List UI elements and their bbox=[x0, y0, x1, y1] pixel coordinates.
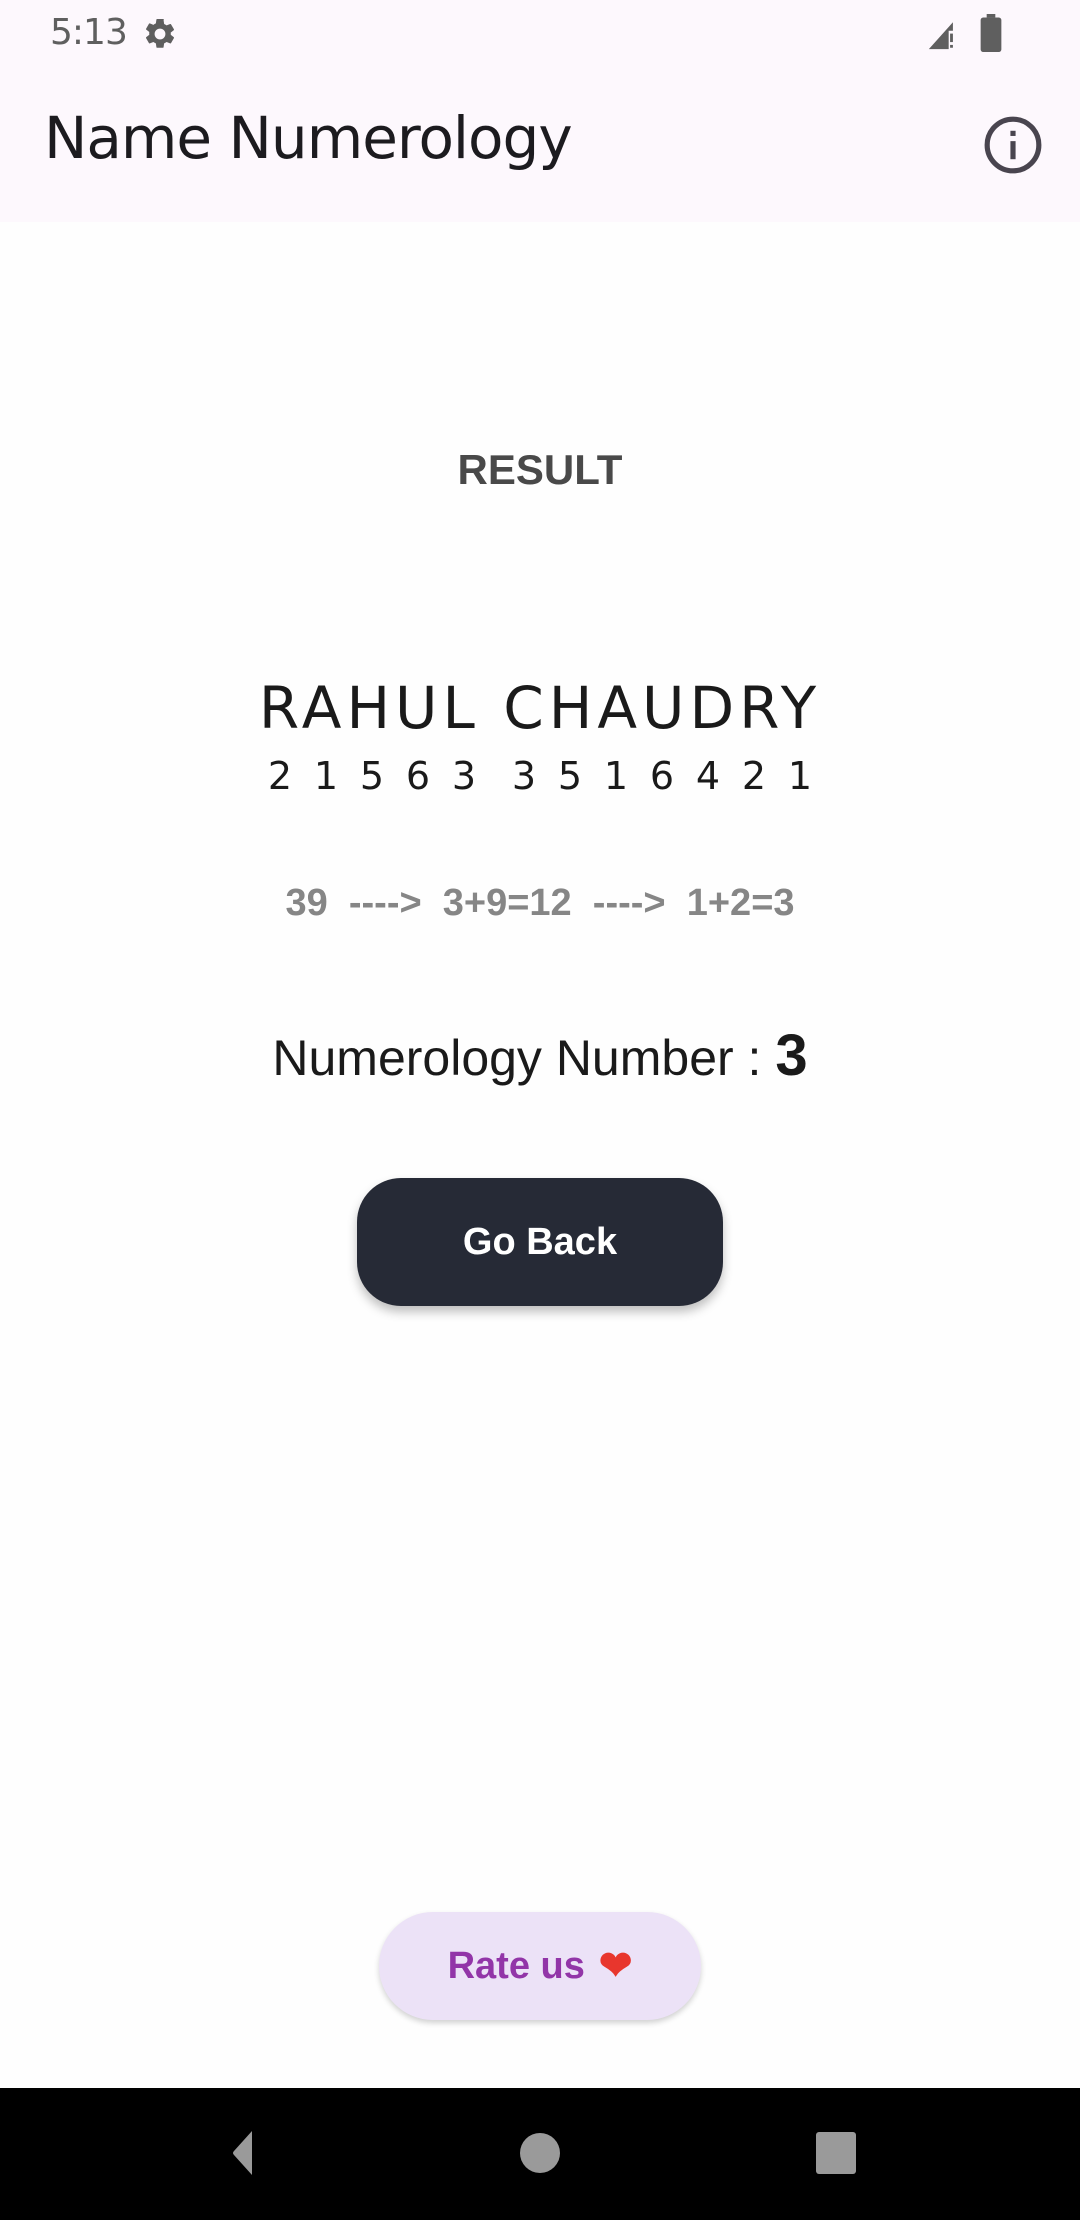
numerology-label: Numerology Number : bbox=[272, 1030, 776, 1086]
result-screen: RESULT RAHUL CHAUDRY 215633516421 39 ---… bbox=[0, 222, 1080, 2088]
info-icon[interactable] bbox=[982, 114, 1044, 176]
home-icon[interactable] bbox=[510, 2128, 570, 2178]
digit: 2 bbox=[741, 754, 767, 798]
rate-us-label: Rate us bbox=[447, 1944, 585, 1987]
digit: 5 bbox=[359, 754, 385, 798]
signal-icon bbox=[928, 22, 953, 50]
digit: 6 bbox=[649, 754, 675, 798]
status-time: 5:13 bbox=[50, 12, 128, 53]
numerology-number-line: Numerology Number : 3 bbox=[0, 1022, 1080, 1089]
back-icon[interactable] bbox=[214, 2128, 274, 2178]
digit: 3 bbox=[511, 754, 537, 798]
digit: 1 bbox=[787, 754, 813, 798]
result-heading: RESULT bbox=[457, 446, 623, 493]
go-back-button[interactable]: Go Back bbox=[357, 1178, 723, 1306]
gear-icon bbox=[145, 18, 175, 48]
digit: 1 bbox=[603, 754, 629, 798]
battery-icon bbox=[980, 14, 1002, 52]
digit: 4 bbox=[695, 754, 721, 798]
navigation-bar bbox=[0, 2088, 1080, 2220]
digit: 1 bbox=[313, 754, 339, 798]
reduction-steps: 39 ----> 3+9=12 ----> 1+2=3 bbox=[285, 882, 795, 924]
app-title: Name Numerology bbox=[44, 104, 573, 172]
recents-icon[interactable] bbox=[806, 2128, 866, 2178]
status-bar: 5:13 bbox=[0, 0, 1080, 66]
digit: 5 bbox=[557, 754, 583, 798]
heart-icon: ❤ bbox=[598, 1944, 633, 1988]
letter-digits: 215633516421 bbox=[0, 754, 1080, 798]
digit: 2 bbox=[267, 754, 293, 798]
entered-name: RAHUL CHAUDRY bbox=[258, 674, 822, 742]
digit: 6 bbox=[405, 754, 431, 798]
digit: 3 bbox=[451, 754, 477, 798]
rate-us-button[interactable]: Rate us ❤ bbox=[379, 1912, 701, 2020]
app-bar: Name Numerology bbox=[0, 66, 1080, 222]
numerology-value: 3 bbox=[775, 1023, 808, 1088]
